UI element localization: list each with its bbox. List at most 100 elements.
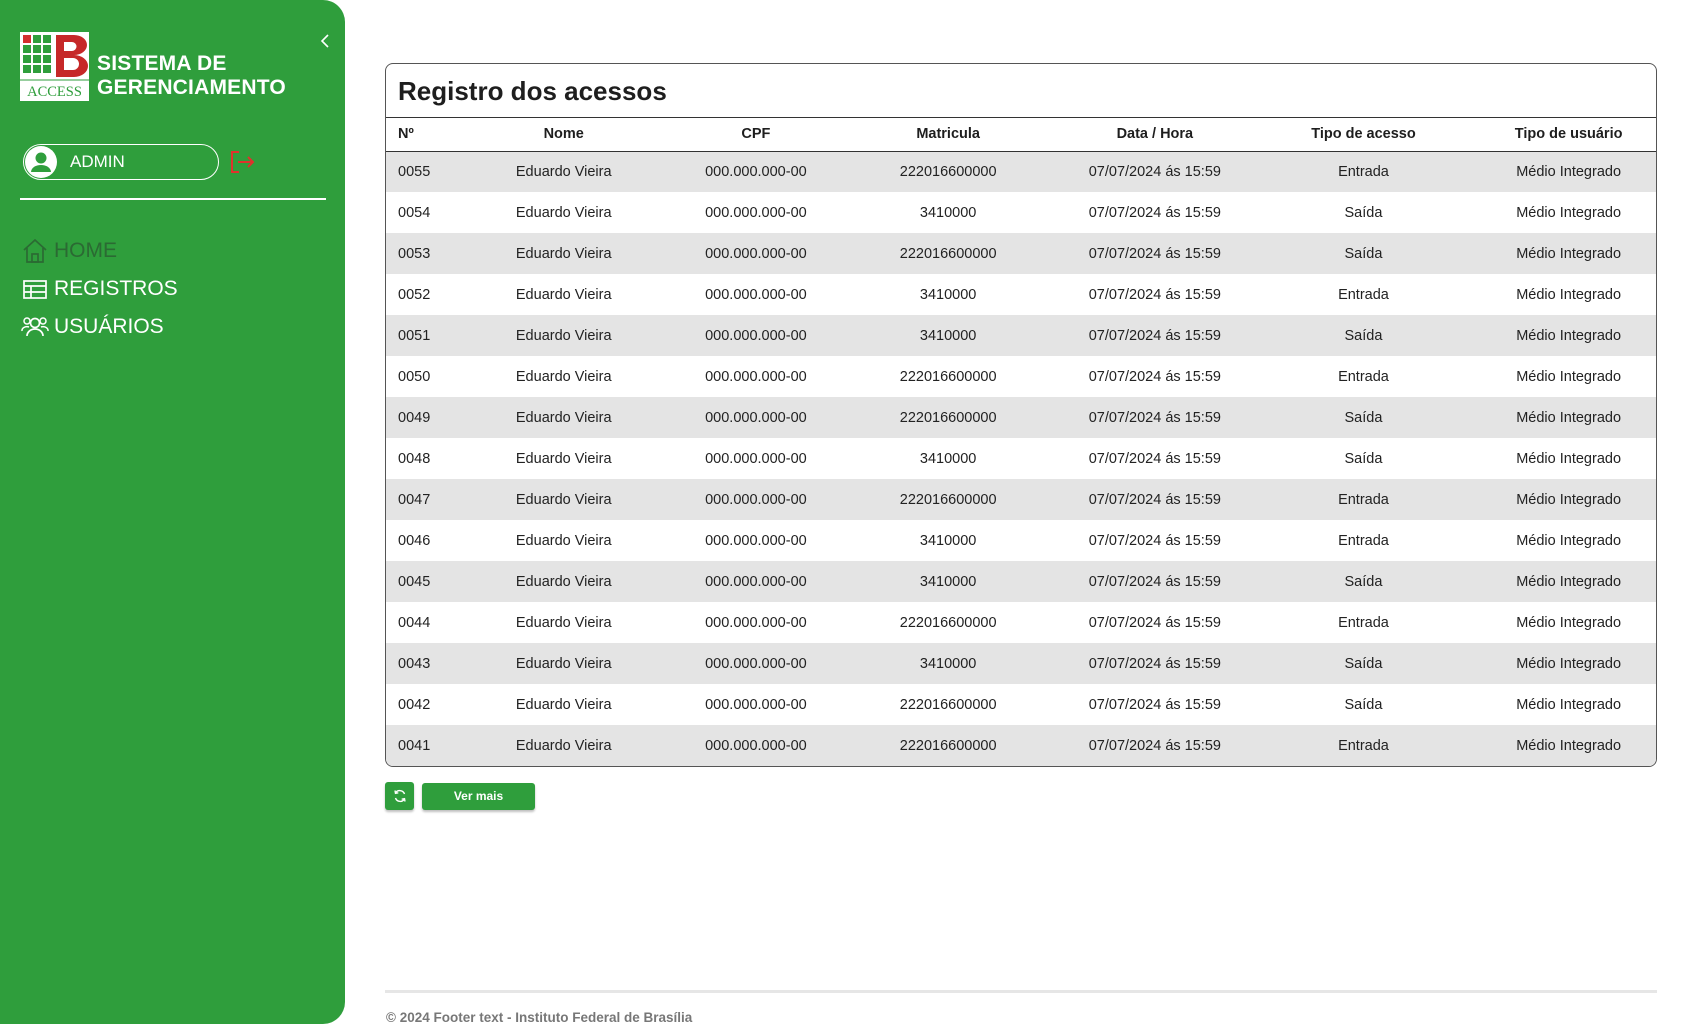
table-header-row: Nº Nome CPF Matricula Data / Hora Tipo d… bbox=[386, 118, 1656, 152]
sidebar-item-label: REGISTROS bbox=[54, 277, 178, 300]
table-row[interactable]: 0044 Eduardo Vieira 000.000.000-00 22201660… bbox=[386, 602, 1656, 643]
table-cell: Eduardo Vieira bbox=[515, 327, 612, 344]
table-cell: 07/07/2024 ás 15:59 bbox=[1088, 450, 1221, 467]
table-cell: Médio Integrado bbox=[1516, 409, 1622, 426]
table-cell: Eduardo Vieira bbox=[515, 163, 612, 180]
access-log-card: Registro dos acessos Nº Nome CPF Matricu… bbox=[385, 63, 1657, 767]
table-cell: Entrada bbox=[1338, 737, 1389, 754]
table-cell: Entrada bbox=[1338, 532, 1389, 549]
table-cell: Entrada bbox=[1338, 286, 1389, 303]
table-cell: Saída bbox=[1344, 696, 1383, 713]
table-cell: 000.000.000-00 bbox=[705, 532, 807, 549]
refresh-icon bbox=[393, 789, 406, 803]
sidebar-item-label: HOME bbox=[54, 239, 117, 262]
table-cell: 000.000.000-00 bbox=[705, 655, 807, 672]
table-cell: Entrada bbox=[1338, 491, 1389, 508]
table-row[interactable]: 0041 Eduardo Vieira 000.000.000-00 22201660… bbox=[386, 725, 1656, 766]
table-cell: 0050 bbox=[398, 368, 431, 385]
table-cell: Médio Integrado bbox=[1516, 163, 1622, 180]
table-row[interactable]: 0048 Eduardo Vieira 000.000.000-00 3410000 0… bbox=[386, 438, 1656, 479]
table-cell: Eduardo Vieira bbox=[515, 696, 612, 713]
table-cell: Médio Integrado bbox=[1516, 204, 1622, 221]
table-cell: 3410000 bbox=[919, 450, 977, 467]
table-cell: Eduardo Vieira bbox=[515, 450, 612, 467]
table-cell: Entrada bbox=[1338, 163, 1389, 180]
table-cell: 0053 bbox=[398, 245, 431, 262]
table-row[interactable]: 0050 Eduardo Vieira 000.000.000-00 22201660… bbox=[386, 356, 1656, 397]
sidebar-item-usuarios[interactable]: USUÁRIOS bbox=[21, 308, 178, 346]
refresh-button[interactable] bbox=[385, 782, 414, 810]
table-row[interactable]: 0055 Eduardo Vieira 000.000.000-00 22201660… bbox=[386, 151, 1656, 192]
table-cell: 000.000.000-00 bbox=[705, 327, 807, 344]
table-cell: Saída bbox=[1344, 204, 1383, 221]
table-row[interactable]: 0045 Eduardo Vieira 000.000.000-00 3410000 0… bbox=[386, 561, 1656, 602]
user-badge[interactable]: ADMIN bbox=[23, 144, 219, 180]
table-cell: 07/07/2024 ás 15:59 bbox=[1088, 409, 1221, 426]
column-header[interactable]: Matricula bbox=[832, 118, 1064, 152]
column-header[interactable]: CPF bbox=[679, 118, 833, 152]
load-more-button[interactable]: Ver mais bbox=[422, 782, 535, 810]
table-row[interactable]: 0054 Eduardo Vieira 000.000.000-00 3410000 0… bbox=[386, 192, 1656, 233]
access-log-table: Nº Nome CPF Matricula Data / Hora Tipo d… bbox=[386, 118, 1656, 766]
table-cell: 000.000.000-00 bbox=[705, 163, 807, 180]
table-cell: 0045 bbox=[398, 573, 431, 590]
logout-icon[interactable] bbox=[228, 148, 256, 176]
table-row[interactable]: 0047 Eduardo Vieira 000.000.000-00 22201660… bbox=[386, 479, 1656, 520]
table-cell: 000.000.000-00 bbox=[705, 286, 807, 303]
table-cell: 222016600000 bbox=[899, 491, 997, 508]
table-cell: 0042 bbox=[398, 696, 431, 713]
table-cell: Entrada bbox=[1338, 368, 1389, 385]
table-cell: 07/07/2024 ás 15:59 bbox=[1088, 163, 1221, 180]
chevron-left-icon[interactable] bbox=[317, 30, 333, 52]
table-cell: 07/07/2024 ás 15:59 bbox=[1088, 573, 1221, 590]
table-cell: 07/07/2024 ás 15:59 bbox=[1088, 286, 1221, 303]
table-cell: 07/07/2024 ás 15:59 bbox=[1088, 327, 1221, 344]
table-cell: 000.000.000-00 bbox=[705, 409, 807, 426]
table-cell: 0046 bbox=[398, 532, 431, 549]
table-cell: Eduardo Vieira bbox=[515, 368, 612, 385]
table-cell: Médio Integrado bbox=[1516, 696, 1622, 713]
sidebar-nav: HOME REGISTROS USUÁRIOS bbox=[21, 232, 178, 346]
table-cell: 07/07/2024 ás 15:59 bbox=[1088, 368, 1221, 385]
column-header[interactable]: Tipo de usuário bbox=[1481, 118, 1656, 152]
table-cell: 000.000.000-00 bbox=[705, 696, 807, 713]
table-cell: Saída bbox=[1344, 327, 1383, 344]
table-cell: 07/07/2024 ás 15:59 bbox=[1088, 655, 1221, 672]
table-cell: 0051 bbox=[398, 327, 431, 344]
table-cell: Eduardo Vieira bbox=[515, 573, 612, 590]
table-cell: 07/07/2024 ás 15:59 bbox=[1088, 245, 1221, 262]
svg-text:ACCESS: ACCESS bbox=[27, 84, 82, 100]
table-cell: 3410000 bbox=[919, 573, 977, 590]
table-row[interactable]: 0051 Eduardo Vieira 000.000.000-00 3410000 0… bbox=[386, 315, 1656, 356]
brand-title: SISTEMA DE GERENCIAMENTO bbox=[97, 52, 286, 100]
table-cell: Médio Integrado bbox=[1516, 450, 1622, 467]
brand-line-1: SISTEMA DE bbox=[97, 52, 227, 75]
table-row[interactable]: 0042 Eduardo Vieira 000.000.000-00 22201660… bbox=[386, 684, 1656, 725]
sidebar-item-home[interactable]: HOME bbox=[21, 232, 178, 270]
table-row[interactable]: 0053 Eduardo Vieira 000.000.000-00 22201660… bbox=[386, 233, 1656, 274]
column-header[interactable]: Tipo de acesso bbox=[1245, 118, 1482, 152]
table-cell: 0049 bbox=[398, 409, 431, 426]
table-cell: 0055 bbox=[398, 163, 431, 180]
table-cell: 3410000 bbox=[919, 532, 977, 549]
table-row[interactable]: 0046 Eduardo Vieira 000.000.000-00 3410000 0… bbox=[386, 520, 1656, 561]
table-row[interactable]: 0043 Eduardo Vieira 000.000.000-00 3410000 0… bbox=[386, 643, 1656, 684]
table-cell: 0041 bbox=[398, 737, 431, 754]
column-header[interactable]: Data / Hora bbox=[1063, 118, 1246, 152]
table-row[interactable]: 0052 Eduardo Vieira 000.000.000-00 3410000 0… bbox=[386, 274, 1656, 315]
table-cell: 000.000.000-00 bbox=[705, 491, 807, 508]
sidebar-item-registros[interactable]: REGISTROS bbox=[21, 270, 178, 308]
table-cell: Médio Integrado bbox=[1516, 327, 1622, 344]
table-cell: Médio Integrado bbox=[1516, 532, 1622, 549]
table-cell: Médio Integrado bbox=[1516, 573, 1622, 590]
table-cell: 0044 bbox=[398, 614, 431, 631]
user-avatar-icon bbox=[25, 146, 57, 178]
page-title: Registro dos acessos bbox=[386, 64, 1656, 118]
table-cell: 0048 bbox=[398, 450, 431, 467]
table-cell: 222016600000 bbox=[899, 245, 997, 262]
column-header[interactable]: Nome bbox=[447, 118, 680, 152]
table-row[interactable]: 0049 Eduardo Vieira 000.000.000-00 22201660… bbox=[386, 397, 1656, 438]
main-content: Registro dos acessos Nº Nome CPF Matricu… bbox=[385, 63, 1657, 810]
column-header[interactable]: Nº bbox=[386, 118, 448, 152]
table-cell: 07/07/2024 ás 15:59 bbox=[1088, 737, 1221, 754]
